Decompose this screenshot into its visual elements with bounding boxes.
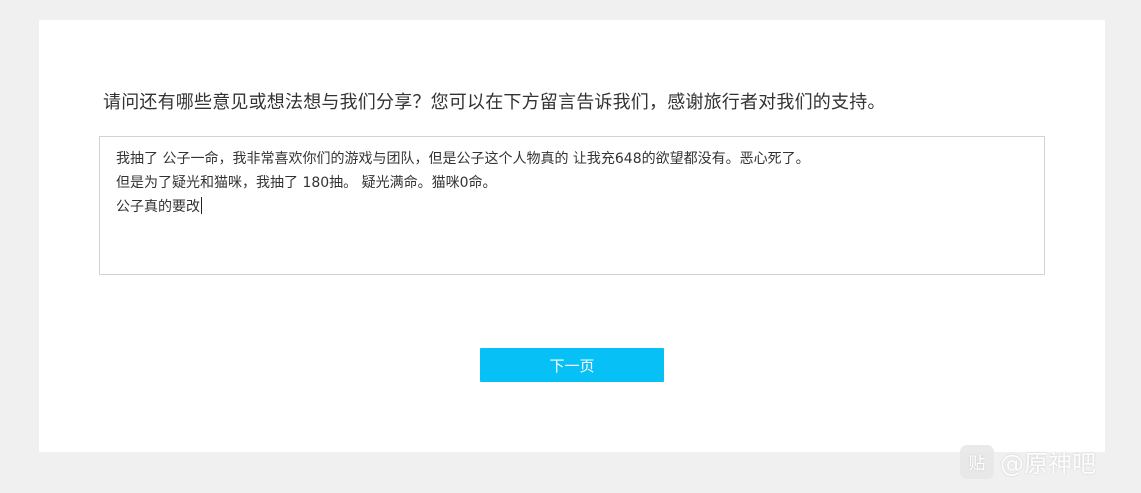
- answer-line-3: 公子真的要改: [116, 195, 1028, 219]
- answer-line-3-text: 公子真的要改: [116, 199, 200, 215]
- answer-line-2: 但是为了疑光和猫咪，我抽了 180抽。 疑光满命。猫咪0命。: [116, 175, 497, 191]
- survey-card: 请问还有哪些意见或想法想与我们分享？您可以在下方留言告诉我们，感谢旅行者对我们的…: [39, 20, 1105, 452]
- next-page-button[interactable]: 下一页: [480, 348, 664, 382]
- watermark: 贴 @原神吧: [960, 444, 1096, 479]
- answer-line-1: 我抽了 公子一命，我非常喜欢你们的游戏与团队，但是公子这个人物真的 让我充648…: [116, 151, 810, 167]
- tieba-logo-icon: 贴: [960, 444, 994, 479]
- survey-question: 请问还有哪些意见或想法想与我们分享？您可以在下方留言告诉我们，感谢旅行者对我们的…: [103, 92, 886, 113]
- text-cursor: [201, 197, 202, 214]
- feedback-textarea[interactable]: 我抽了 公子一命，我非常喜欢你们的游戏与团队，但是公子这个人物真的 让我充648…: [99, 136, 1045, 275]
- watermark-text: @原神吧: [1000, 450, 1096, 478]
